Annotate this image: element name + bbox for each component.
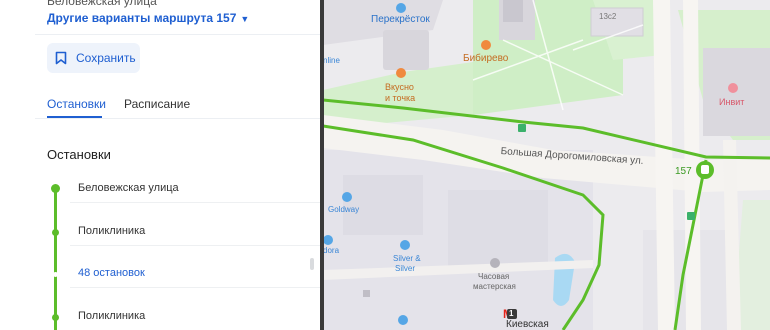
poi-label[interactable]: dora	[323, 246, 339, 255]
shop-icon	[396, 3, 406, 13]
bookmark-icon	[55, 51, 67, 65]
list-item-stop[interactable]: Поликлиника	[0, 308, 323, 328]
divider	[70, 287, 320, 288]
restaurant-icon	[481, 40, 491, 50]
building	[503, 0, 523, 22]
service-icon	[490, 258, 500, 268]
poi-label[interactable]: мастерская	[473, 282, 516, 291]
scrollbar[interactable]	[310, 258, 314, 270]
divider	[70, 202, 320, 203]
divider	[70, 245, 320, 246]
stop-name: Поликлиника	[78, 225, 146, 237]
pin-icon	[363, 290, 370, 297]
collapsed-stops-toggle[interactable]: 48 остановок	[0, 265, 323, 288]
shop-icon	[400, 240, 410, 250]
divider	[35, 118, 323, 119]
map-canvas: М	[323, 0, 770, 330]
route-number-label: 157	[675, 166, 692, 177]
poi-label[interactable]: и точка	[385, 93, 415, 103]
poi-label[interactable]: nline	[323, 56, 340, 65]
save-button[interactable]: Сохранить	[47, 43, 140, 73]
metro-line-number: 1	[509, 309, 514, 318]
building	[703, 48, 770, 136]
shop-icon	[342, 192, 352, 202]
building	[448, 190, 548, 270]
shop-icon	[323, 235, 333, 245]
divider	[35, 34, 323, 35]
tab-schedule[interactable]: Расписание	[124, 97, 190, 119]
save-button-label: Сохранить	[76, 51, 136, 65]
collapsed-stops-label: 48 остановок	[78, 267, 145, 279]
building	[383, 30, 429, 70]
poi-label[interactable]: Бибирево	[463, 53, 508, 64]
bus-icon	[687, 212, 695, 220]
building-number: 13с2	[599, 12, 617, 21]
map-view[interactable]: М Перекрёсток Вкусно и точка Бибирево 13…	[323, 0, 770, 330]
restaurant-icon	[396, 68, 406, 78]
stop-dot-icon	[51, 184, 60, 193]
collapsed-dot-icon	[53, 272, 58, 277]
section-title: Остановки	[47, 147, 111, 162]
poi-label[interactable]: Silver	[395, 264, 415, 273]
poi-label[interactable]: Инвит	[719, 97, 744, 107]
bus-icon	[518, 124, 526, 132]
poi-label[interactable]: Goldway	[328, 205, 359, 214]
stop-dot-icon	[52, 314, 59, 321]
shop-icon	[398, 315, 408, 325]
poi-label[interactable]: Вкусно	[385, 82, 414, 92]
poi-label[interactable]: Перекрёсток	[371, 14, 430, 25]
stop-name: Поликлиника	[78, 310, 146, 322]
panel-map-divider	[320, 0, 324, 330]
poi-label[interactable]: Часовая	[478, 272, 509, 281]
route-variants-link[interactable]: Другие варианты маршрута 157 ▼	[47, 11, 249, 25]
poi-label[interactable]: Silver &	[393, 254, 421, 263]
route-panel: Беловежская улица Другие варианты маршру…	[0, 0, 323, 330]
chevron-down-icon: ▼	[240, 14, 250, 24]
stop-dot-icon	[52, 229, 59, 236]
stop-name: Беловежская улица	[78, 182, 179, 194]
metro-station-label[interactable]: Киевская	[506, 319, 549, 330]
route-variants-label: Другие варианты маршрута 157	[47, 11, 237, 25]
list-item-stop[interactable]: Беловежская улица	[0, 180, 323, 203]
clinic-icon	[728, 83, 738, 93]
route-subtitle: Беловежская улица	[47, 0, 157, 8]
list-item-stop[interactable]: Поликлиника	[0, 223, 323, 246]
